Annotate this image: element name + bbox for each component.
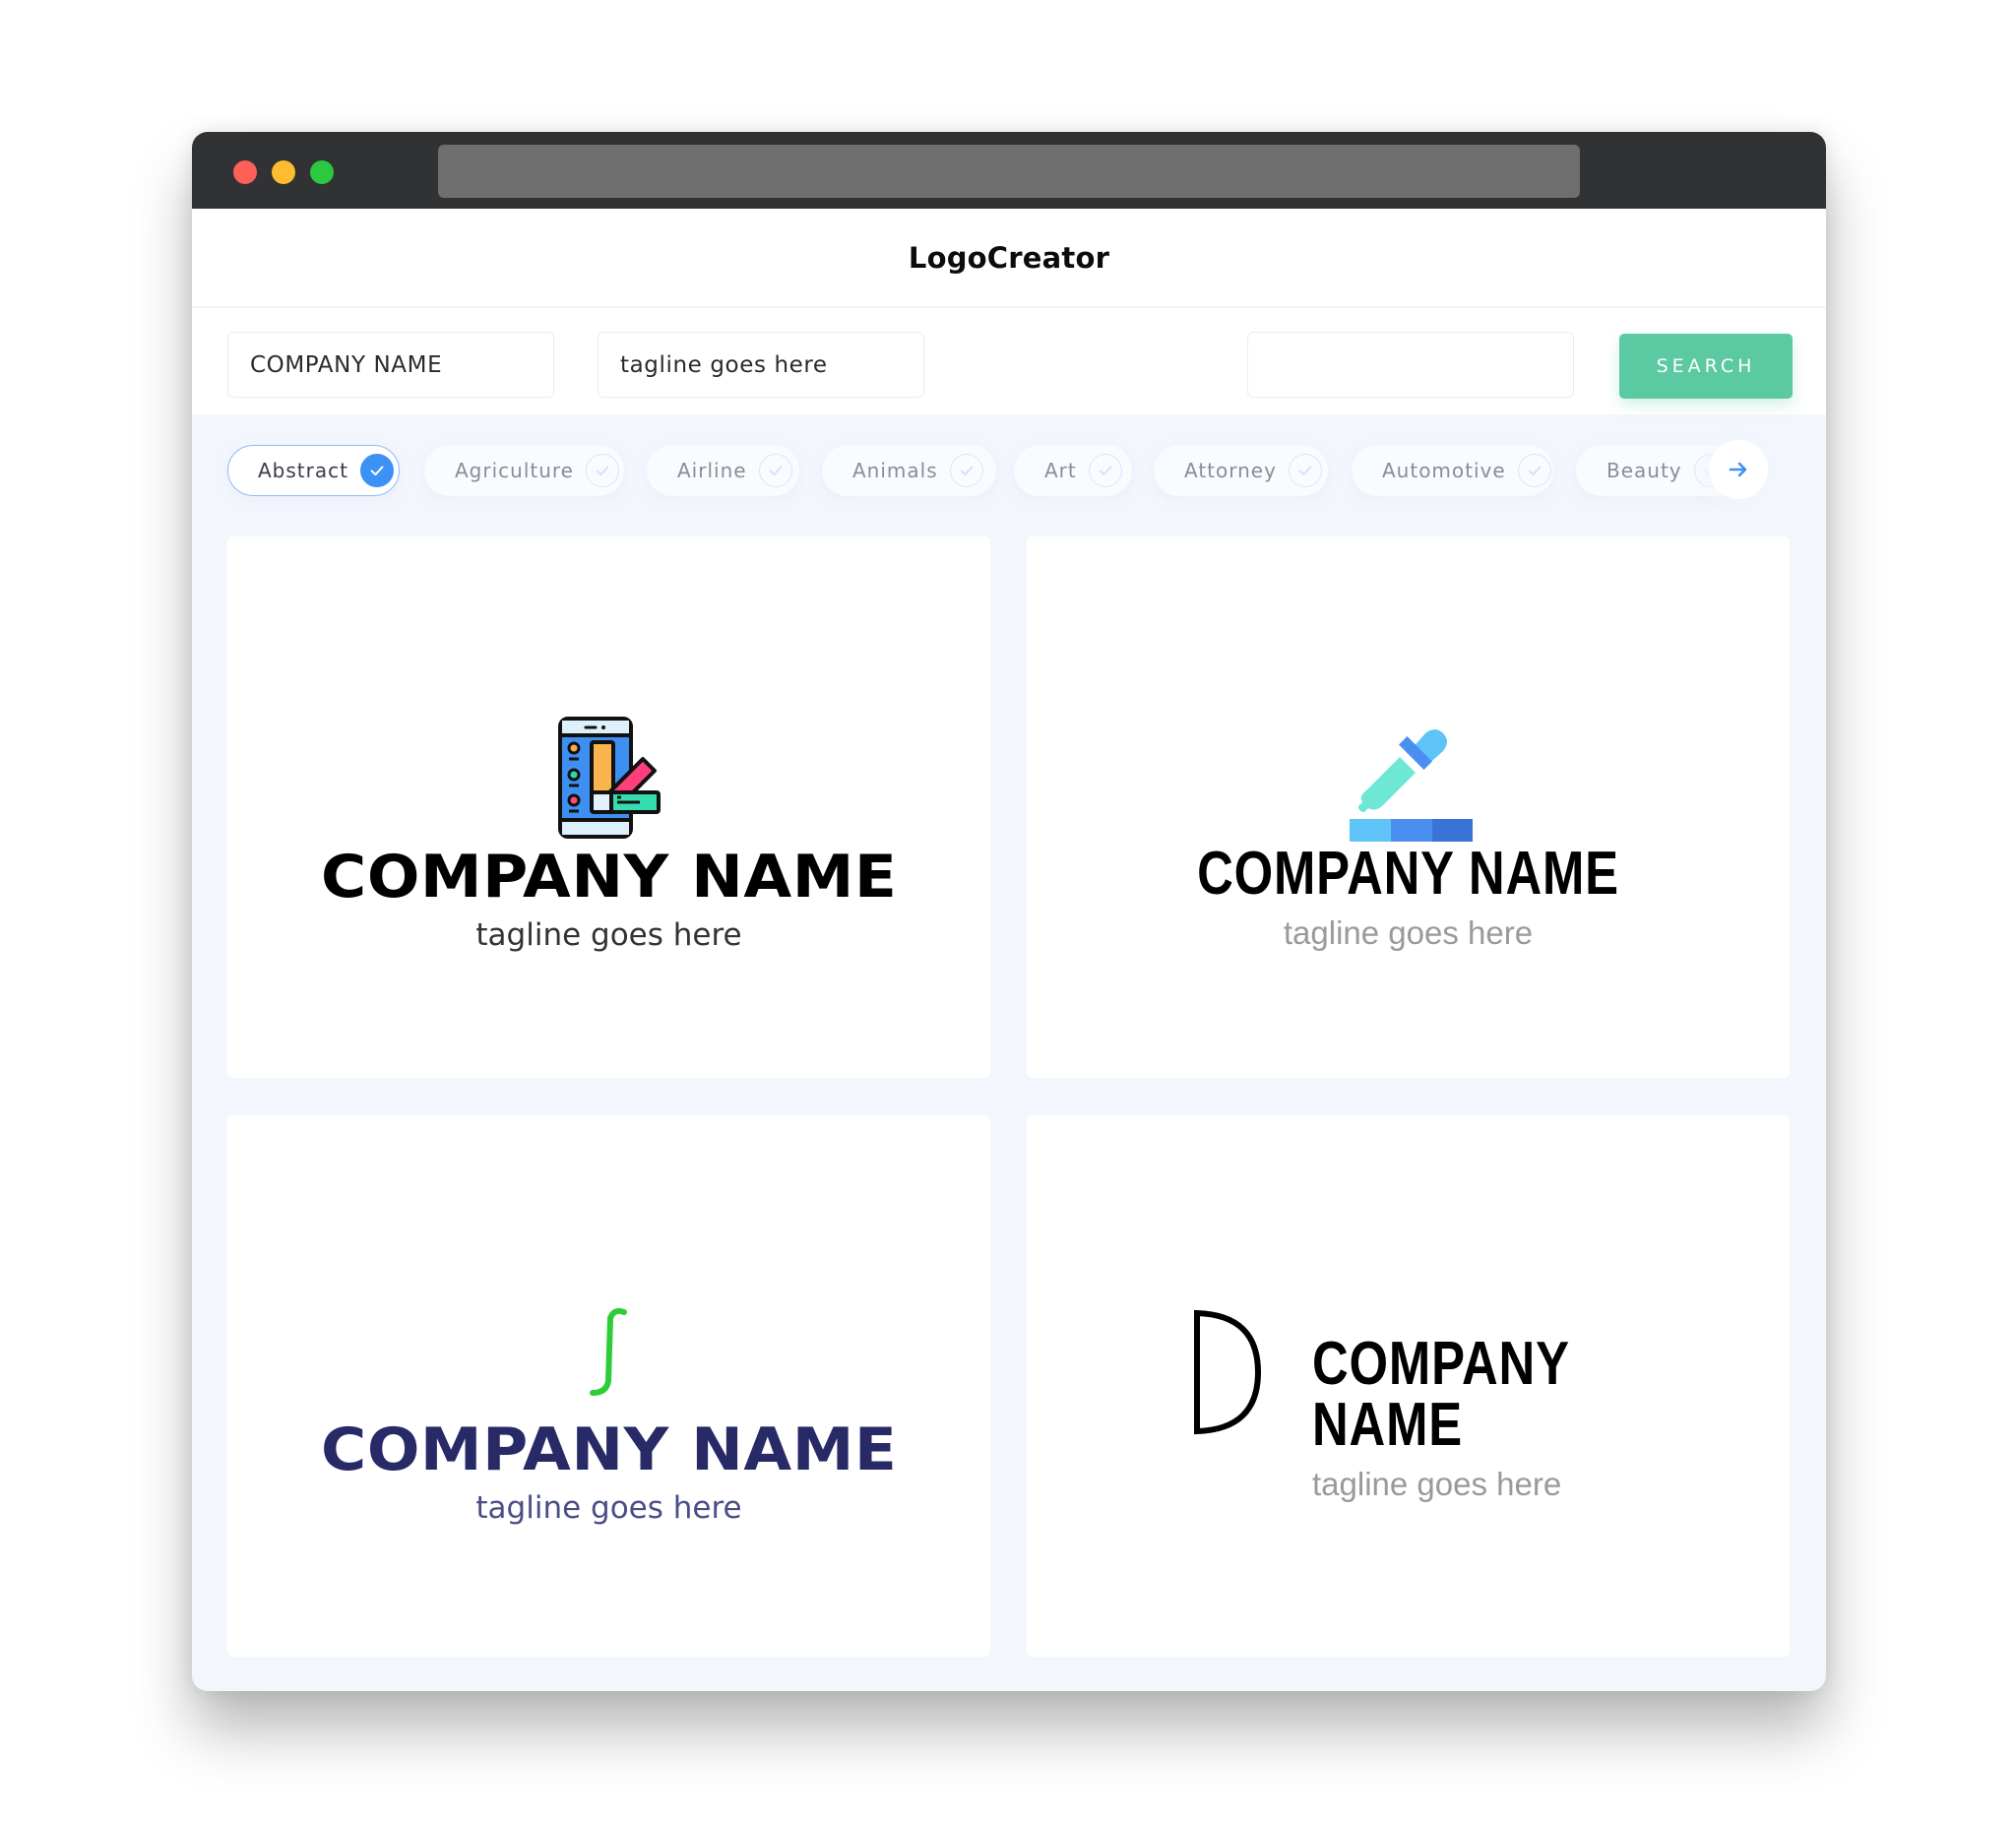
logo-company-name: COMPANY NAME [1312, 1330, 1569, 1459]
logo-tagline: tagline goes here [1283, 914, 1534, 951]
check-icon [359, 454, 394, 487]
filter-chip-attorney[interactable]: Attorney [1154, 445, 1328, 496]
filter-chip-art[interactable]: Art [1014, 445, 1132, 496]
tagline-input[interactable]: tagline goes here [598, 332, 924, 398]
filter-label: Abstract [258, 459, 348, 482]
filter-label: Airline [677, 459, 747, 482]
tagline-value: tagline goes here [620, 351, 828, 378]
filter-label: Automotive [1382, 459, 1506, 482]
maximize-window-button[interactable] [310, 160, 334, 184]
filter-chip-airline[interactable]: Airline [647, 445, 799, 496]
brand-logo[interactable]: LogoCreator [909, 241, 1109, 275]
close-window-button[interactable] [233, 160, 257, 184]
company-name-value: COMPANY NAME [250, 351, 443, 378]
address-bar[interactable] [438, 145, 1580, 198]
category-filters: Abstract Agriculture Airline Animals Art… [192, 414, 1826, 513]
check-icon [949, 454, 983, 487]
logo-card[interactable]: COMPANY NAME tagline goes here [1027, 536, 1790, 1078]
logo-card[interactable]: COMPANY NAME tagline goes here [227, 536, 990, 1078]
check-icon [1288, 454, 1322, 487]
filter-chip-animals[interactable]: Animals [822, 445, 996, 496]
arrow-right-icon [1729, 462, 1747, 477]
browser-chrome [192, 132, 1826, 209]
logo-tagline: tagline goes here [475, 1490, 742, 1526]
logo-tagline: tagline goes here [1312, 1466, 1562, 1502]
check-icon [1088, 454, 1122, 487]
keyword-input[interactable] [1247, 332, 1574, 398]
filter-label: Agriculture [455, 459, 574, 482]
filter-label: Beauty [1606, 459, 1682, 482]
filter-chip-automotive[interactable]: Automotive [1352, 445, 1553, 496]
site-header: LogoCreator [192, 209, 1826, 307]
filter-label: Animals [852, 459, 938, 482]
company-name-input[interactable]: COMPANY NAME [227, 332, 554, 398]
eyedropper-swatch-icon [1349, 729, 1473, 842]
check-icon [586, 454, 619, 487]
logo-text-block: COMPANY NAME tagline goes here [1312, 1330, 1790, 1502]
check-icon [1517, 454, 1551, 487]
logo-card[interactable]: COMPANY NAME tagline goes here [227, 1115, 990, 1657]
browser-window: LogoCreator COMPANY NAME tagline goes he… [192, 132, 1826, 1691]
minimize-window-button[interactable] [272, 160, 295, 184]
filter-chip-abstract[interactable]: Abstract [227, 445, 400, 496]
logo-company-name: COMPANY NAME [1197, 840, 1619, 908]
filter-chip-agriculture[interactable]: Agriculture [424, 445, 624, 496]
logo-card[interactable]: COMPANY NAME tagline goes here [1027, 1115, 1790, 1657]
search-bar: COMPANY NAME tagline goes here SEARCH [192, 308, 1826, 414]
logo-company-name: COMPANY NAME [320, 843, 898, 912]
check-icon [758, 454, 792, 487]
phone-color-palette-icon [557, 717, 661, 839]
filter-label: Art [1044, 459, 1077, 482]
logo-tagline: tagline goes here [475, 917, 742, 953]
search-button[interactable]: SEARCH [1619, 334, 1793, 399]
next-categories-button[interactable] [1709, 440, 1768, 499]
logo-company-name: COMPANY NAME [320, 1415, 898, 1484]
integral-curve-icon [589, 1307, 627, 1396]
half-circle-d-icon [1194, 1309, 1262, 1435]
filter-label: Attorney [1184, 459, 1277, 482]
